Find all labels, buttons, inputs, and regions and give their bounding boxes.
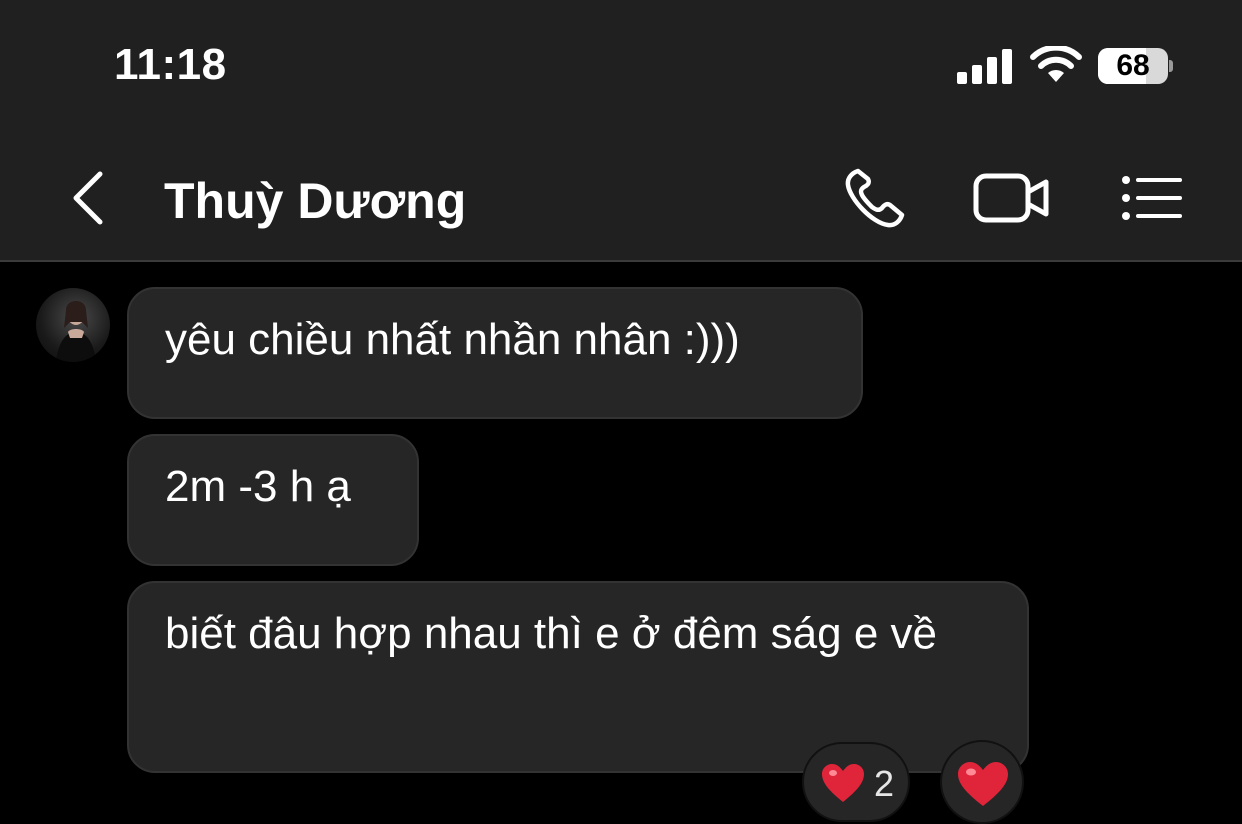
battery-cap [1169,60,1173,72]
reaction-count: 2 [874,763,895,804]
heart-icon [822,764,864,802]
reaction-summary[interactable]: 2 [802,742,910,822]
message-bubble[interactable]: yêu chiều nhất nhần nhân :))) [127,287,863,419]
list-menu-icon[interactable] [1118,170,1184,226]
contact-name[interactable]: Thuỳ Dương [164,172,466,230]
phone-icon[interactable] [842,165,908,231]
avatar-photo-icon [56,301,96,362]
top-bar: 11:18 68 Thuỳ Dương [0,0,1242,262]
heart-icon [958,762,1008,806]
battery-level: 68 [1116,49,1150,82]
battery-icon: 68 [1098,48,1173,84]
battery-body: 68 [1098,48,1168,84]
message-bubble[interactable]: biết đâu hợp nhau thì e ở đêm ság e về [127,581,1029,773]
status-time: 11:18 [114,40,227,89]
avatar[interactable] [36,288,110,362]
message-bubble[interactable]: 2m -3 h ạ [127,434,419,566]
back-chevron-icon[interactable] [66,170,110,226]
wifi-icon [1030,46,1082,82]
cellular-signal-icon [957,49,1012,84]
react-heart-button[interactable] [940,740,1024,824]
video-camera-icon[interactable] [972,168,1052,228]
